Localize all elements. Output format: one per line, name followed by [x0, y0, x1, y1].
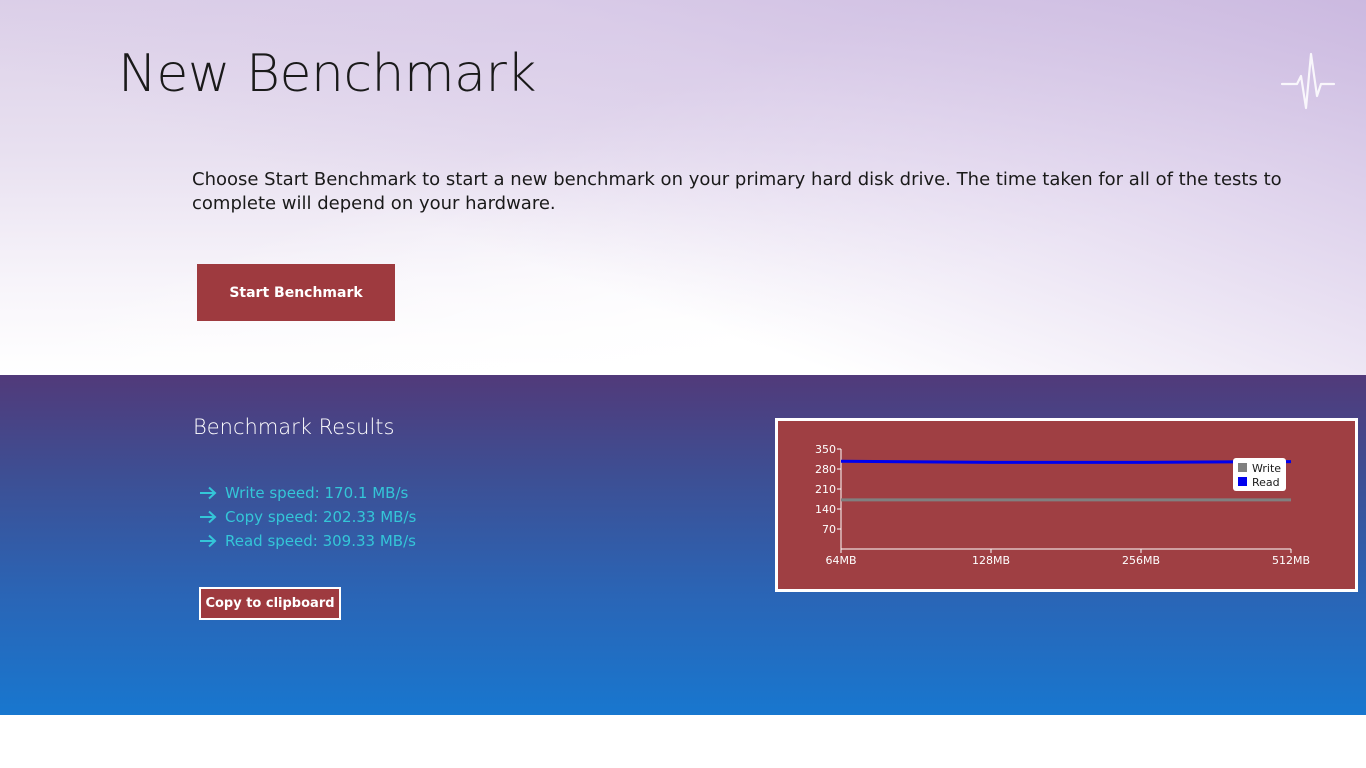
- start-benchmark-button[interactable]: Start Benchmark: [197, 264, 395, 321]
- legend-label-write: Write: [1252, 462, 1281, 475]
- copy-speed-item: Copy speed: 202.33 MB/s: [198, 505, 416, 529]
- legend-swatch-write: [1238, 463, 1247, 472]
- y-tick-label: 350: [815, 443, 836, 456]
- series-line-read: [840, 459, 1292, 464]
- speed-list: Write speed: 170.1 MB/s Copy speed: 202.…: [198, 481, 416, 553]
- chart-canvas: 70 140 210 280 350 64MB 128MB 256MB 512MB WriteRe…: [815, 443, 1310, 567]
- results-panel: Benchmark Results Write speed: 170.1 MB/…: [0, 375, 1366, 715]
- arrow-right-icon: [200, 486, 217, 500]
- arrow-right-icon: [200, 510, 217, 524]
- arrow-right-icon: [200, 534, 217, 548]
- bottom-strip: [0, 715, 1366, 768]
- x-tick-label: 64MB: [825, 554, 856, 567]
- pulse-icon: [1280, 52, 1336, 110]
- read-speed-text: Read speed: 309.33 MB/s: [225, 532, 416, 550]
- y-tick-label: 140: [815, 503, 836, 516]
- intro-description: Choose Start Benchmark to start a new be…: [192, 169, 1282, 214]
- write-speed-item: Write speed: 170.1 MB/s: [198, 481, 416, 505]
- speed-chart: 70 140 210 280 350 64MB 128MB 256MB 512MB Write Re…: [775, 418, 1358, 592]
- legend-label-read: Read: [1252, 476, 1280, 489]
- copy-to-clipboard-button[interactable]: Copy to clipboard: [199, 587, 341, 620]
- write-speed-text: Write speed: 170.1 MB/s: [225, 484, 409, 502]
- y-tick-label: 280: [815, 463, 836, 476]
- header-area: New Benchmark Choose Start Benchmark to …: [0, 0, 1366, 375]
- x-tick-label: 256MB: [1122, 554, 1160, 567]
- y-tick-label: 210: [815, 483, 836, 496]
- results-title: Benchmark Results: [193, 415, 395, 439]
- copy-speed-text: Copy speed: 202.33 MB/s: [225, 508, 417, 526]
- page-title: New Benchmark: [118, 44, 537, 104]
- legend-swatch-read: [1238, 477, 1247, 486]
- read-speed-item: Read speed: 309.33 MB/s: [198, 529, 416, 553]
- x-tick-label: 512MB: [1272, 554, 1310, 567]
- y-tick-label: 70: [822, 523, 836, 536]
- x-tick-label: 128MB: [972, 554, 1010, 567]
